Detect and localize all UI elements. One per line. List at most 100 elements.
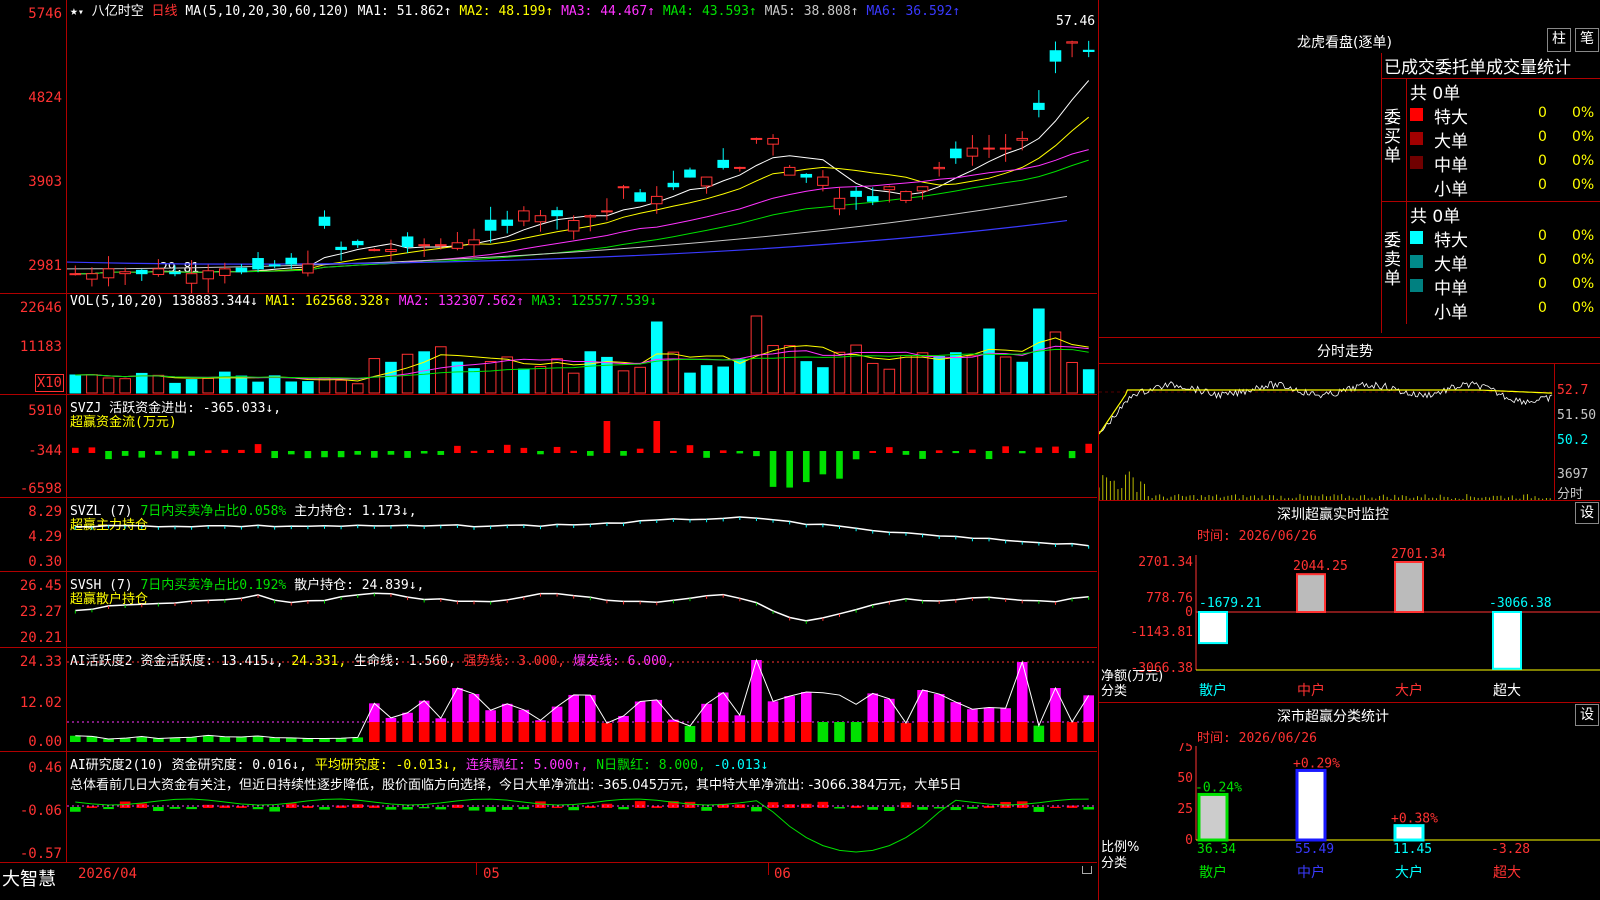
research-bar <box>701 807 712 811</box>
activity-base-bar <box>900 723 912 742</box>
sz-monitor-settings-button[interactable]: 设 <box>1575 502 1599 524</box>
activity-top-bar <box>651 699 663 722</box>
sz-monitor-chart[interactable]: 2701.34 778.760 -1143.81 -3066.38 -1679.21 20… <box>1099 525 1600 700</box>
buy-side-label: 委买单 <box>1384 108 1401 166</box>
volume-bar <box>916 352 929 394</box>
candle-body <box>202 270 215 280</box>
candle-body <box>501 219 514 226</box>
bar-mode-button[interactable]: 柱 <box>1547 28 1571 52</box>
volume-chart[interactable] <box>67 294 1097 394</box>
ratio-value-label: 55.49 <box>1295 842 1334 857</box>
research-bar <box>900 802 912 808</box>
research-bar <box>269 807 280 812</box>
svzj-chart[interactable] <box>67 395 1097 497</box>
activity-top-bar <box>385 717 397 722</box>
activity-base-bar <box>501 722 513 742</box>
activity-top-bar <box>950 702 962 722</box>
candle-body <box>700 176 713 187</box>
ratio-label: 比例% <box>1101 840 1139 855</box>
candle-body <box>750 137 763 140</box>
candle-body <box>451 242 464 249</box>
research-bar <box>634 801 646 808</box>
volume-bar <box>152 374 165 394</box>
ai1-tick: 12.02 <box>19 695 62 711</box>
ai-activity-chart[interactable] <box>67 648 1097 751</box>
flow-bar <box>221 449 229 453</box>
volume-bar <box>800 361 813 394</box>
flow-bar <box>852 451 860 460</box>
flow-bar <box>1052 446 1059 453</box>
price-label: 4824 <box>28 90 62 106</box>
ai1-axis: 24.33 12.02 0.00 <box>0 648 67 751</box>
ratio-value-label: -3.28 <box>1491 842 1530 857</box>
svzj-pane[interactable]: SVZJ 活跃资金进出: -365.033↓, 超赢资金流(万元) 5910 -… <box>0 395 1097 498</box>
svzl-pane[interactable]: SVZL (7) 7日内买卖净占比0.058% 主力持仓: 1.173↓, 超赢… <box>0 498 1097 572</box>
flow-bar <box>703 451 710 458</box>
row-name: 小单 <box>1434 180 1468 200</box>
volume-bar <box>484 360 497 394</box>
activity-base-bar <box>767 722 779 742</box>
flow-bar <box>686 445 694 453</box>
candle-body <box>318 216 331 226</box>
vol-axis: 22646 11183 X10 <box>0 294 67 394</box>
activity-base-bar <box>1066 722 1078 742</box>
research-bar <box>186 807 197 810</box>
svsh-pane[interactable]: SVSH (7) 7日内买卖净占比0.192% 散户持仓: 24.839↓, 超… <box>0 572 1097 648</box>
net-bar-label: 2701.34 <box>1391 547 1446 562</box>
tick-mark <box>476 863 477 875</box>
svzj-tick: 5910 <box>28 403 62 419</box>
tick-mode-button[interactable]: 笔 <box>1575 28 1599 52</box>
brand-logo[interactable]: 大智慧 <box>2 865 56 891</box>
intraday-chart[interactable] <box>1099 364 1554 500</box>
activity-base-bar <box>319 738 330 742</box>
volume-bar <box>584 351 597 394</box>
flow-bar <box>902 451 910 455</box>
research-bar <box>1083 807 1094 810</box>
activity-base-bar <box>1016 722 1028 742</box>
volume-bar <box>385 361 397 394</box>
flow-bar <box>121 451 129 456</box>
candle-body <box>866 196 879 202</box>
volume-bar <box>169 382 181 394</box>
research-bar <box>468 807 480 811</box>
ai-research-pane[interactable]: AI研究度2(10) 资金研究度: 0.016↓, 平均研究度: -0.013↓… <box>0 752 1097 863</box>
lock-icon[interactable] <box>1082 866 1092 874</box>
svzl-chart[interactable] <box>67 498 1097 571</box>
activity-base-bar <box>751 722 762 742</box>
activity-base-bar <box>867 722 879 742</box>
activity-top-bar <box>618 715 629 722</box>
tick-mark <box>768 863 769 875</box>
ai-activity-pane[interactable]: AI活跃度2 资金活跃度: 13.415↓, 24.331, 生命线: 1.56… <box>0 648 1097 752</box>
volume-bar <box>418 351 430 394</box>
flow-bar <box>603 421 611 453</box>
svsh-chart[interactable] <box>67 572 1097 647</box>
price-label: 2981 <box>28 258 62 274</box>
fenshi-tick: 52.7 <box>1557 383 1589 398</box>
research-bar <box>917 807 928 810</box>
sz-class-chart[interactable]: 75 50 25 0 -0.24% +0.29% +0.38% 36.34 55.49 11.45… <box>1099 743 1600 898</box>
flow-bar <box>354 451 362 455</box>
research-bar <box>817 801 829 808</box>
volume-bar <box>966 355 979 394</box>
volume-bar <box>534 365 547 394</box>
kline-pane[interactable]: ★▾ 八亿时空 日线 MA(5,10,20,30,60,120) MA1: 51… <box>0 0 1097 294</box>
ai2-axis: 0.46 -0.06 -0.57 <box>0 752 67 862</box>
research-bar <box>418 807 430 809</box>
color-swatch <box>1410 156 1423 169</box>
volume-bar <box>518 368 530 394</box>
candle-body <box>983 147 995 150</box>
candle-body <box>285 257 298 265</box>
volume-pane[interactable]: VOL(5,10,20) 138883.344↓ MA1: 162568.328… <box>0 294 1097 395</box>
ratio-value-label: 11.45 <box>1393 842 1432 857</box>
main-force-line <box>75 516 1089 547</box>
vol-unit: X10 <box>34 374 64 392</box>
candle-body <box>601 210 613 213</box>
avg-line <box>1099 389 1553 435</box>
sz-class-settings-button[interactable]: 设 <box>1575 704 1599 726</box>
activity-base-bar <box>634 722 646 742</box>
ai-research-chart[interactable] <box>67 752 1097 862</box>
retail-line <box>75 592 1089 622</box>
activity-top-bar <box>485 710 496 722</box>
candle-body <box>468 239 480 246</box>
candlestick-chart[interactable] <box>67 0 1097 293</box>
